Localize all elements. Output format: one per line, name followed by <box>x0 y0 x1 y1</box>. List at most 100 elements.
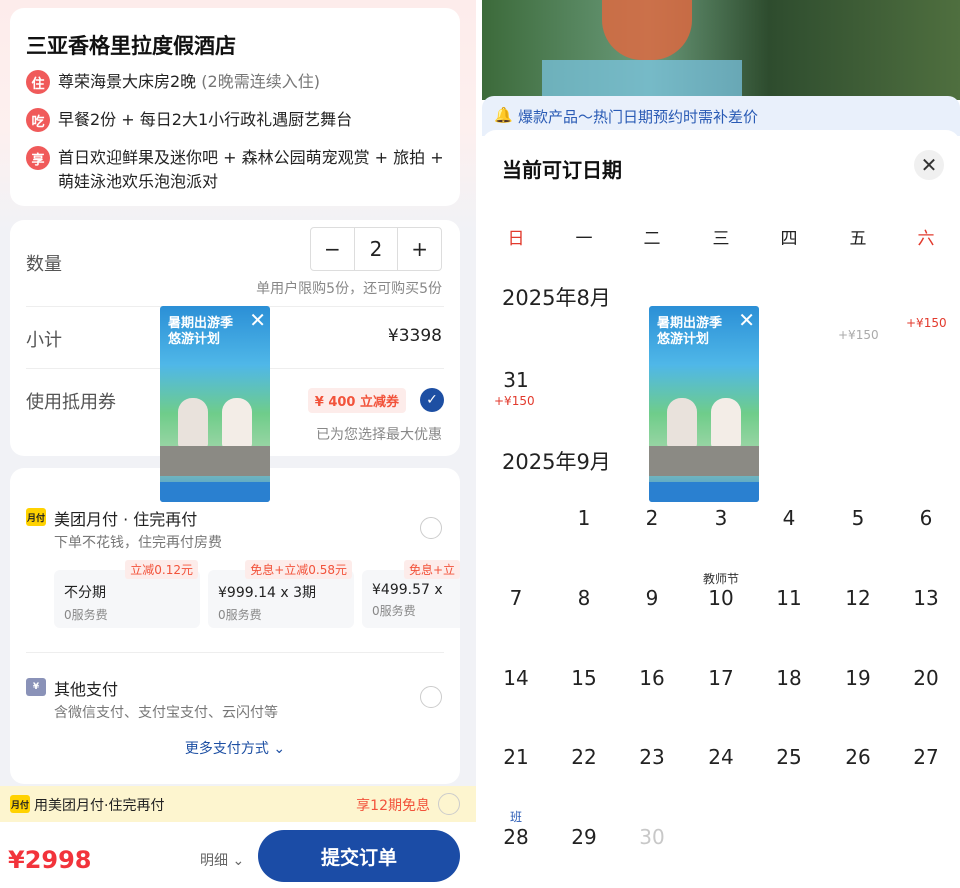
sheet-title: 当前可订日期 <box>502 158 622 182</box>
quantity-stepper[interactable]: − 2 + <box>310 227 442 271</box>
ad-popup[interactable]: 暑期出游季 悠游计划 ✕ <box>649 306 759 502</box>
option-tag: 免息+立减0.58元 <box>245 560 352 579</box>
dining-text: 早餐2份 + 每日2大1小行政礼遇厨艺舞台 <box>58 110 353 129</box>
other-pay-subtitle: 含微信支付、支付宝支付、云闪付等 <box>54 705 278 721</box>
day-cell[interactable]: 12 <box>824 586 892 610</box>
more-payment-link[interactable]: 更多支付方式 ⌄ <box>10 738 460 758</box>
day-cell[interactable]: 17 <box>687 666 755 690</box>
promo-right: 享12期免息 <box>356 798 430 814</box>
day-cell[interactable]: 19 <box>824 666 892 690</box>
day-cell[interactable]: 13 <box>892 586 960 610</box>
option-tag: 立减0.12元 <box>125 560 198 579</box>
hero-image <box>482 0 960 100</box>
close-icon: ✕ <box>920 153 938 177</box>
weekday-thu: 四 <box>780 229 798 249</box>
ad-footer <box>160 482 270 502</box>
day-cell[interactable]: 27 <box>892 745 960 769</box>
chevron-down-icon: ⌄ <box>273 741 286 757</box>
day-cell[interactable]: 4 <box>755 506 823 530</box>
bell-icon: 🔔 <box>494 106 513 124</box>
room-text: 尊荣海景大床房2晚 <box>58 72 197 91</box>
day-cell[interactable]: 31 <box>482 368 550 392</box>
close-button[interactable]: ✕ <box>914 150 944 180</box>
day-price: +¥150 <box>838 328 879 342</box>
more-payment-label: 更多支付方式 <box>184 741 269 757</box>
day-cell[interactable]: 23 <box>618 745 686 769</box>
host-figure <box>667 398 697 448</box>
day-cell[interactable]: 14 <box>482 666 550 690</box>
quantity-label: 数量 <box>26 254 62 275</box>
close-icon[interactable]: ✕ <box>249 308 266 332</box>
option-main: 不分期 <box>64 585 106 601</box>
day-cell[interactable]: 8 <box>550 586 618 610</box>
dining-icon: 吃 <box>26 108 50 132</box>
chevron-down-icon: ⌄ <box>232 853 245 869</box>
month-aug: 2025年8月 <box>502 286 611 310</box>
holiday-label: 教师节 <box>702 572 739 586</box>
option-main: ¥999.14 x 3期 <box>218 585 316 601</box>
subtotal-label: 小计 <box>26 330 62 351</box>
day-cell[interactable]: 28 <box>482 825 550 849</box>
day-cell[interactable]: 21 <box>482 745 550 769</box>
day-cell[interactable]: 18 <box>755 666 823 690</box>
coupon-tag[interactable]: ¥ 400 立减券 <box>307 388 406 413</box>
quantity-value: 2 <box>353 228 399 270</box>
option-fee: 0服务费 <box>218 608 262 622</box>
day-cell[interactable]: 9 <box>618 586 686 610</box>
day-cell[interactable]: 10 <box>687 586 755 610</box>
promo-radio[interactable] <box>438 793 460 815</box>
meituan-pay-radio[interactable] <box>420 517 442 539</box>
hotel-card: 三亚香格里拉度假酒店 住 尊荣海景大床房2晚 (2晚需连续入住) 吃 早餐2份 … <box>10 8 460 206</box>
slide-shape <box>602 0 692 60</box>
ad-band <box>649 446 759 476</box>
ad-footer <box>649 482 759 502</box>
water-shape <box>542 60 742 100</box>
hotel-name: 三亚香格里拉度假酒店 <box>26 34 236 58</box>
subtotal-value: ¥3398 <box>387 326 442 346</box>
submit-order-button[interactable]: 提交订单 <box>258 830 460 882</box>
day-cell[interactable]: 24 <box>687 745 755 769</box>
day-cell[interactable]: 25 <box>755 745 823 769</box>
detail-link[interactable]: 明细 ⌄ <box>200 850 244 870</box>
option-fee: 0服务费 <box>372 604 416 618</box>
ad-title: 暑期出游季 悠游计划 <box>657 316 723 347</box>
payment-card: 月付 美团月付 · 住完再付 下单不花钱，住完再付房费 立减0.12元 不分期 … <box>10 468 460 784</box>
day-cell[interactable]: 22 <box>550 745 618 769</box>
bottom-bar: ¥2998 明细 ⌄ 提交订单 <box>0 822 476 888</box>
day-cell[interactable]: 16 <box>618 666 686 690</box>
day-cell[interactable]: 15 <box>550 666 618 690</box>
promo-bar[interactable]: 月付 用美团月付·住完再付 享12期免息 <box>0 786 476 822</box>
day-cell[interactable]: 26 <box>824 745 892 769</box>
workday-label: 班 <box>509 810 522 824</box>
day-cell[interactable]: 3 <box>687 506 755 530</box>
meituan-pay-logo: 月付 <box>10 795 30 813</box>
installment-option[interactable]: 免息+立减0.58元 ¥999.14 x 3期 0服务费 <box>208 560 354 628</box>
ad-popup[interactable]: 暑期出游季 悠游计划 ✕ <box>160 306 270 502</box>
day-cell[interactable]: 29 <box>550 825 618 849</box>
day-cell[interactable]: 6 <box>892 506 960 530</box>
day-cell[interactable]: 1 <box>550 506 618 530</box>
weekday-tue: 二 <box>643 229 661 249</box>
meituan-pay-logo: 月付 <box>26 508 46 526</box>
calendar-panel: 🔔 爆款产品～热门日期预约时需补差价 当前可订日期 ✕ 日 一 二 三 四 五 … <box>482 0 960 888</box>
installment-option[interactable]: 免息+立 ¥499.57 x 0服务费 <box>362 560 460 628</box>
meituan-pay-subtitle: 下单不花钱，住完再付房费 <box>54 535 222 551</box>
day-cell[interactable]: 5 <box>824 506 892 530</box>
coupon-check-icon[interactable]: ✓ <box>420 388 444 412</box>
other-pay-radio[interactable] <box>420 686 442 708</box>
day-cell[interactable]: 20 <box>892 666 960 690</box>
minus-button[interactable]: − <box>311 228 354 270</box>
day-cell[interactable]: 2 <box>618 506 686 530</box>
day-cell[interactable]: 30 <box>618 825 686 849</box>
day-cell[interactable]: 11 <box>755 586 823 610</box>
plus-button[interactable]: + <box>398 228 441 270</box>
weekday-wed: 三 <box>712 229 730 249</box>
day-cell[interactable]: 7 <box>482 586 550 610</box>
day-price: +¥150 <box>906 316 947 330</box>
other-pay-logo: ¥ <box>26 678 46 696</box>
calendar-sheet: 当前可订日期 ✕ 日 一 二 三 四 五 六 2025年8月 +¥150 +¥1… <box>482 130 960 888</box>
close-icon[interactable]: ✕ <box>738 308 755 332</box>
ad-title: 暑期出游季 悠游计划 <box>168 316 234 347</box>
installment-option[interactable]: 立减0.12元 不分期 0服务费 <box>54 560 200 628</box>
weekday-mon: 一 <box>575 229 593 249</box>
